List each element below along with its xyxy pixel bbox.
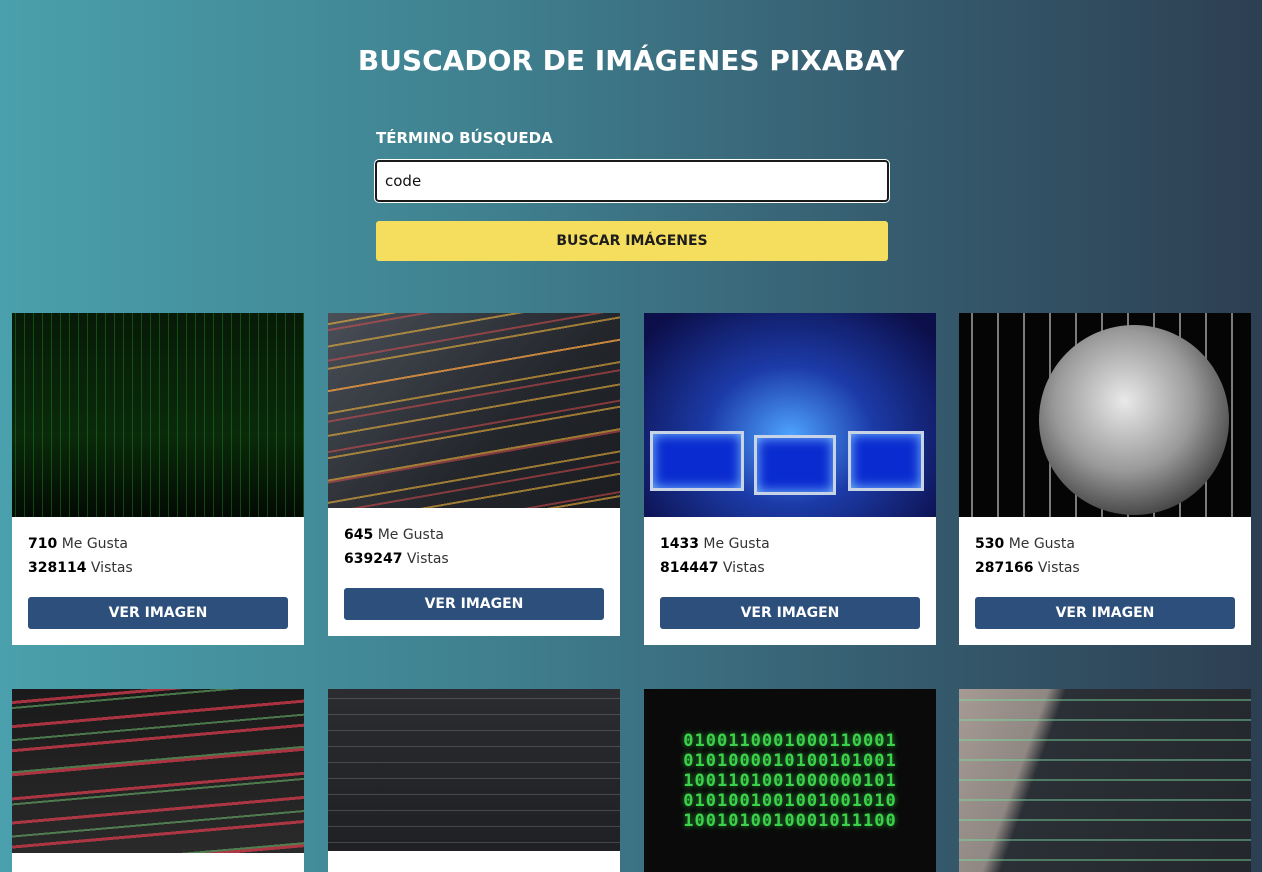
view-image-button[interactable]: VER IMAGEN bbox=[660, 597, 920, 629]
likes-count: 530 bbox=[975, 536, 1005, 552]
binary-row: 0101001001001001010 bbox=[683, 790, 897, 811]
result-image bbox=[328, 689, 620, 851]
view-image-button[interactable]: VER IMAGEN bbox=[28, 597, 288, 629]
result-image bbox=[328, 313, 620, 508]
result-image bbox=[959, 313, 1251, 517]
page-title: BUSCADOR DE IMÁGENES PIXABAY bbox=[357, 44, 905, 77]
likes-label: Me Gusta bbox=[703, 536, 770, 552]
binary-row: 0100110001000110001 bbox=[683, 730, 897, 751]
likes-label: Me Gusta bbox=[61, 536, 128, 552]
binary-row: 1001101001000000101 bbox=[683, 770, 897, 791]
likes-count: 710 bbox=[28, 536, 58, 552]
views-label: Vistas bbox=[90, 560, 133, 576]
result-image bbox=[959, 689, 1251, 872]
views-label: Vistas bbox=[406, 551, 449, 567]
image-card: 530 Me Gusta 287166 Vistas VER IMAGEN bbox=[959, 313, 1251, 645]
image-card bbox=[328, 689, 620, 872]
views-count: 328114 bbox=[28, 560, 87, 576]
likes-count: 645 bbox=[344, 527, 374, 543]
image-card: 1433 Me Gusta 814447 Vistas VER IMAGEN bbox=[644, 313, 936, 645]
result-image bbox=[12, 689, 304, 853]
image-card: 710 Me Gusta 328114 Vistas VER IMAGEN bbox=[12, 313, 304, 645]
image-card: 645 Me Gusta 639247 Vistas VER IMAGEN bbox=[328, 313, 620, 636]
image-card: 0100110001000110001 0101000010100101001 … bbox=[644, 689, 936, 872]
likes-count: 1433 bbox=[660, 536, 699, 552]
likes-label: Me Gusta bbox=[377, 527, 444, 543]
views-label: Vistas bbox=[722, 560, 765, 576]
likes-label: Me Gusta bbox=[1008, 536, 1075, 552]
search-images-button[interactable]: BUSCAR IMÁGENES bbox=[376, 221, 888, 261]
result-image: 0100110001000110001 0101000010100101001 … bbox=[644, 689, 936, 872]
views-count: 814447 bbox=[660, 560, 719, 576]
views-count: 639247 bbox=[344, 551, 403, 567]
result-image bbox=[12, 313, 304, 517]
views-label: Vistas bbox=[1037, 560, 1080, 576]
view-image-button[interactable]: VER IMAGEN bbox=[344, 588, 604, 620]
search-term-label: TÉRMINO BÚSQUEDA bbox=[376, 129, 553, 147]
search-input[interactable] bbox=[374, 159, 890, 203]
views-count: 287166 bbox=[975, 560, 1034, 576]
view-image-button[interactable]: VER IMAGEN bbox=[975, 597, 1235, 629]
image-card bbox=[12, 689, 304, 872]
binary-row: 1001010010001011100 bbox=[683, 810, 897, 831]
binary-row: 0101000010100101001 bbox=[683, 750, 897, 771]
result-image bbox=[644, 313, 936, 517]
image-card bbox=[959, 689, 1251, 872]
